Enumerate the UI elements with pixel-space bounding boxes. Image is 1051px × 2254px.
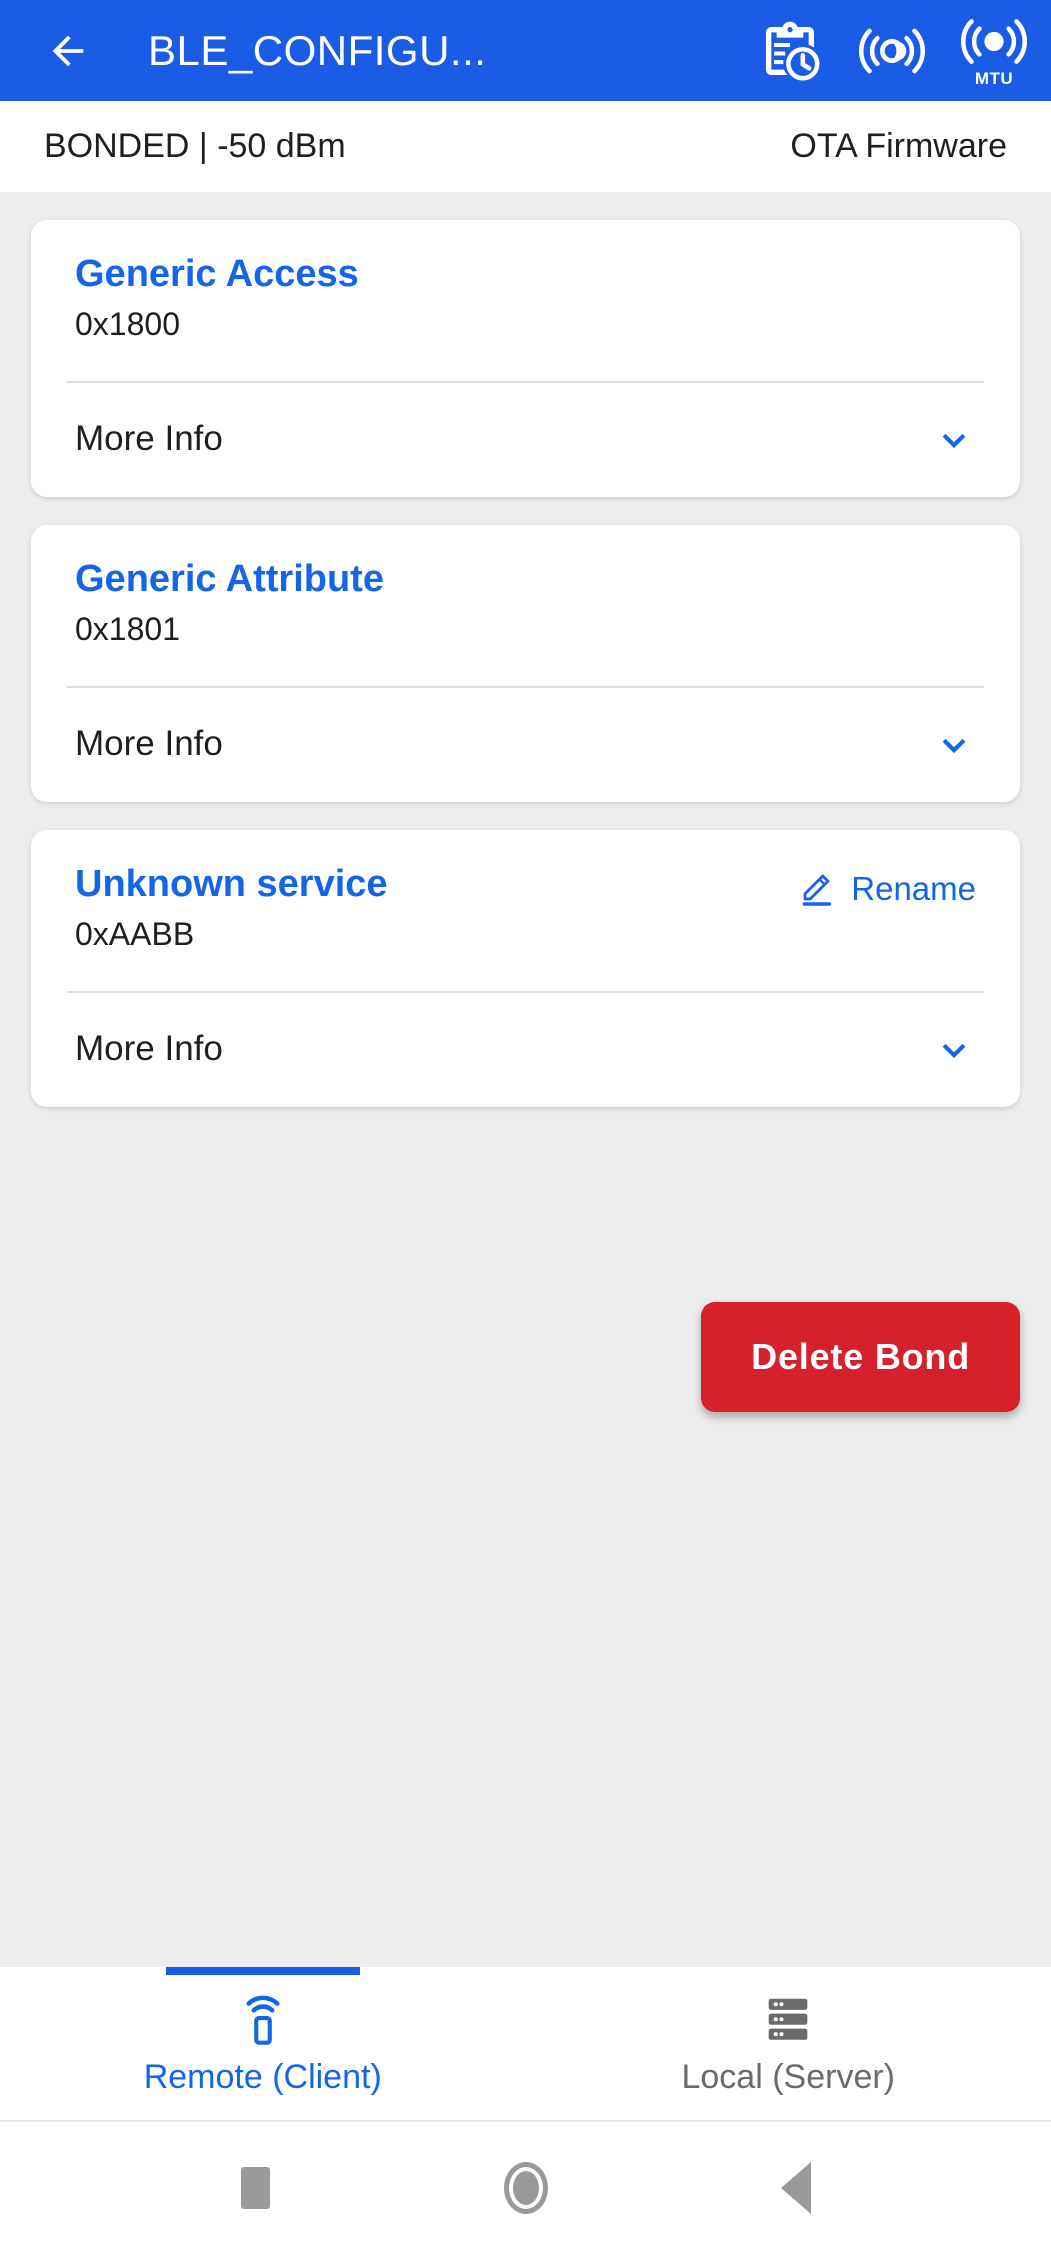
signal-interval-icon bbox=[859, 28, 925, 73]
chevron-down-icon[interactable] bbox=[932, 722, 976, 766]
ota-firmware-button[interactable]: OTA Firmware bbox=[790, 127, 1007, 166]
service-card-header: Generic Access 0x1800 bbox=[31, 220, 1020, 343]
service-uuid: 0x1800 bbox=[75, 305, 180, 342]
bottom-tab-bar: Remote (Client) Local (Server) bbox=[0, 1967, 1051, 2120]
arrow-left-icon bbox=[52, 35, 84, 66]
app-bar-actions: MTU bbox=[751, 12, 1033, 90]
rename-label: Rename bbox=[851, 870, 976, 908]
service-card-header: Unknown service 0xAABB Rename bbox=[31, 830, 1020, 953]
tab-remote-client[interactable]: Remote (Client) bbox=[0, 1967, 526, 2120]
service-card[interactable]: Generic Access 0x1800 More Info bbox=[31, 220, 1020, 498]
service-card-header: Generic Attribute 0x1801 bbox=[31, 525, 1020, 648]
delete-bond-wrap: Delete Bond bbox=[0, 1302, 1051, 1413]
mtu-label: MTU bbox=[974, 68, 1014, 88]
more-info-label: More Info bbox=[75, 419, 223, 459]
service-name: Generic Attribute bbox=[75, 558, 384, 601]
pencil-edit-icon bbox=[802, 874, 832, 906]
service-uuid: 0x1801 bbox=[75, 610, 180, 647]
recents-square-icon bbox=[241, 2167, 270, 2209]
more-info-label: More Info bbox=[75, 1029, 223, 1069]
recents-button[interactable] bbox=[216, 2148, 296, 2228]
chevron-down-icon[interactable] bbox=[932, 417, 976, 461]
more-info-row[interactable]: More Info bbox=[31, 688, 1020, 802]
android-nav-bar bbox=[0, 2120, 1051, 2254]
service-card[interactable]: Generic Attribute 0x1801 More Info bbox=[31, 525, 1020, 803]
app-bar: BLE_CONFIGU... MTU bbox=[0, 0, 1051, 101]
tab-local-server[interactable]: Local (Server) bbox=[526, 1967, 1051, 2120]
more-info-label: More Info bbox=[75, 724, 223, 764]
app-screen: BLE_CONFIGU... MTU BONDED | -50 dBm OTA … bbox=[0, 0, 1051, 2254]
service-name: Unknown service bbox=[75, 863, 388, 906]
clipboard-clock-icon bbox=[766, 21, 820, 80]
more-info-row[interactable]: More Info bbox=[31, 383, 1020, 497]
services-list: Generic Access 0x1800 More Info Generic … bbox=[0, 192, 1051, 1967]
remote-device-signal-icon bbox=[246, 1995, 280, 2045]
service-card[interactable]: Unknown service 0xAABB Rename More Info bbox=[31, 830, 1020, 1108]
page-title: BLE_CONFIGU... bbox=[148, 26, 487, 74]
home-button[interactable] bbox=[486, 2148, 566, 2228]
delete-bond-button[interactable]: Delete Bond bbox=[701, 1302, 1020, 1413]
tab-label: Remote (Client) bbox=[143, 2058, 382, 2096]
chevron-down-icon[interactable] bbox=[932, 1027, 976, 1071]
system-back-button[interactable] bbox=[756, 2148, 836, 2228]
home-circle-icon bbox=[503, 2162, 548, 2214]
mtu-button[interactable]: MTU bbox=[955, 12, 1033, 90]
home-circle-inner bbox=[512, 2171, 539, 2205]
service-name: Generic Access bbox=[75, 253, 359, 295]
rename-button[interactable]: Rename bbox=[799, 863, 976, 909]
log-history-button[interactable] bbox=[751, 12, 829, 90]
server-stack-icon bbox=[768, 1998, 808, 2040]
connection-interval-button[interactable] bbox=[853, 12, 931, 90]
back-button[interactable] bbox=[40, 23, 96, 79]
device-status-bar: BONDED | -50 dBm OTA Firmware bbox=[0, 101, 1051, 192]
tab-label: Local (Server) bbox=[681, 2058, 895, 2096]
back-triangle-icon bbox=[780, 2162, 811, 2214]
service-uuid: 0xAABB bbox=[75, 915, 195, 952]
tab-active-indicator bbox=[165, 1967, 360, 1975]
more-info-row[interactable]: More Info bbox=[31, 993, 1020, 1107]
bond-status-text: BONDED | -50 dBm bbox=[44, 127, 346, 165]
